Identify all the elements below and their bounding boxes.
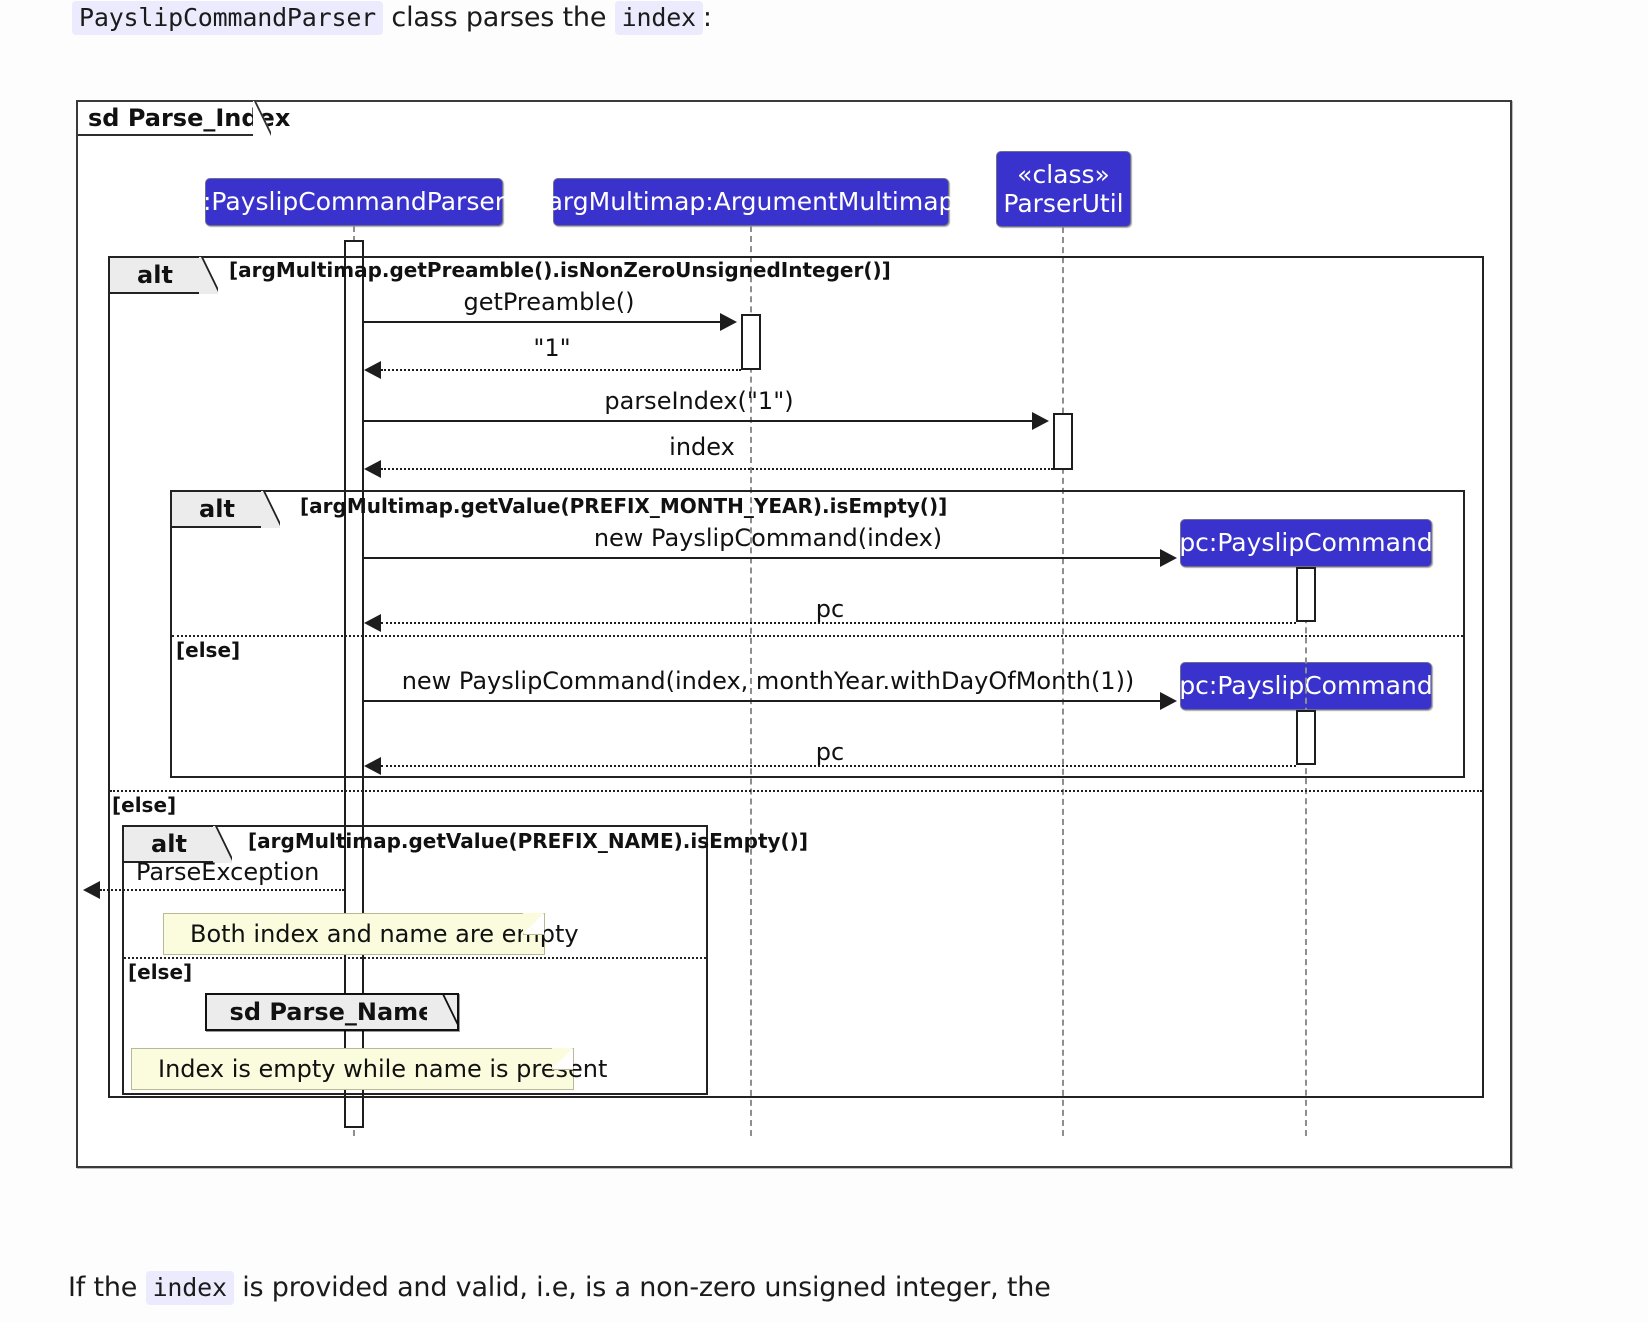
- fragment-outer-alt-operator: alt: [110, 258, 202, 294]
- message-arrow-index-return: [364, 460, 381, 478]
- fragment-inner-alt-month-year-divider: [172, 635, 1463, 637]
- outro-paragraph: If the index is provided and valid, i.e,…: [68, 1271, 1051, 1305]
- note-dogear-icon: [552, 1048, 573, 1070]
- operator-text: alt: [199, 495, 235, 523]
- message-line-parse-index: [364, 420, 1032, 422]
- message-line-pc-return-1: [381, 622, 1296, 624]
- note-text: Index is empty while name is present: [158, 1055, 608, 1083]
- intro-paragraph: PayslipCommandParser class parses the in…: [72, 1, 712, 35]
- note-text: Both index and name are empty: [190, 920, 579, 948]
- message-line-index-return: [381, 468, 1053, 470]
- note-dogear-icon: [523, 913, 544, 935]
- message-line-get-preamble: [364, 321, 720, 323]
- ref-fragment-parse-name: sd Parse_Name: [205, 993, 459, 1031]
- message-arrow-parse-exception: [83, 881, 100, 899]
- code-chip-index: index: [614, 1, 703, 35]
- message-label-index-return: index: [669, 433, 735, 461]
- message-arrow-new-payslip-command-index: [1160, 549, 1177, 567]
- note-index-empty: Index is empty while name is present: [131, 1048, 607, 1090]
- message-arrow-pc-return-1: [364, 614, 381, 632]
- message-label-preamble-return: "1": [533, 334, 571, 362]
- message-line-parse-exception: [100, 889, 344, 891]
- lifeline-label: :PayslipCommandParser: [203, 187, 506, 217]
- fragment-inner-alt-month-year-operator: alt: [172, 492, 264, 528]
- outro-text-tail: is provided and valid, i.e, is a non-zer…: [242, 1272, 1051, 1303]
- message-label-new-payslip-command-monthyear: new PayslipCommand(index, monthYear.with…: [401, 667, 1135, 695]
- message-label-new-payslip-command-index: new PayslipCommand(index): [593, 524, 943, 552]
- outro-text-lead: If the: [68, 1272, 138, 1303]
- message-arrow-pc-return-2: [364, 757, 381, 775]
- message-label-get-preamble: getPreamble(): [463, 288, 635, 316]
- frame-label: sd Parse_Index: [78, 102, 290, 136]
- fragment-inner-alt-month-year-else: [else]: [176, 638, 241, 662]
- message-label-parse-index: parseIndex("1"): [604, 387, 794, 415]
- note-both-empty: Both index and name are empty: [163, 913, 579, 955]
- fragment-inner-alt-name-divider: [124, 957, 706, 959]
- message-arrow-get-preamble: [720, 313, 737, 331]
- message-line-new-payslip-command-index: [364, 557, 1160, 559]
- message-line-pc-return-2: [381, 765, 1296, 767]
- message-line-preamble-return: [381, 369, 741, 371]
- code-chip-index-bottom: index: [145, 1271, 234, 1305]
- message-arrow-preamble-return: [364, 361, 381, 379]
- intro-text-tail: :: [702, 2, 712, 33]
- fragment-inner-alt-month-year-guard: [argMultimap.getValue(PREFIX_MONTH_YEAR)…: [300, 494, 948, 518]
- message-arrow-parse-index: [1032, 412, 1049, 430]
- fragment-inner-alt-name-else: [else]: [128, 960, 193, 984]
- message-arrow-new-payslip-command-monthyear: [1160, 692, 1177, 710]
- fragment-outer-alt-divider: [110, 790, 1482, 792]
- code-chip-parser: PayslipCommandParser: [72, 1, 384, 35]
- lifeline-label: argMultimap:ArgumentMultimap: [547, 187, 955, 217]
- intro-text-mid: class parses the: [391, 2, 607, 33]
- operator-text: alt: [137, 261, 173, 289]
- fragment-outer-alt-else: [else]: [112, 793, 177, 817]
- lifeline-box-arg-multimap: argMultimap:ArgumentMultimap: [548, 178, 954, 226]
- fragment-inner-alt-name-guard: [argMultimap.getValue(PREFIX_NAME).isEmp…: [248, 829, 808, 853]
- operator-text: alt: [151, 830, 187, 858]
- fragment-fold-icon: [199, 257, 218, 294]
- message-label-pc-return-1: pc: [815, 595, 845, 623]
- lifeline-label: «class» ParserUtil: [1003, 159, 1124, 219]
- frame-fold-icon: [253, 101, 271, 136]
- page-root: PayslipCommandParser class parses the in…: [0, 0, 1648, 1322]
- lifeline-box-payslip-command-parser: :PayslipCommandParser: [203, 178, 506, 226]
- ref-fragment-label: sd Parse_Name: [229, 998, 435, 1026]
- message-label-pc-return-2: pc: [815, 738, 845, 766]
- fragment-fold-icon: [261, 491, 280, 528]
- message-line-new-payslip-command-monthyear: [364, 700, 1160, 702]
- ref-fold-icon: [427, 995, 457, 1029]
- lifeline-box-parser-util: «class» ParserUtil: [996, 151, 1131, 227]
- message-label-parse-exception: ParseException: [136, 858, 320, 886]
- fragment-outer-alt-guard: [argMultimap.getPreamble().isNonZeroUnsi…: [229, 258, 891, 282]
